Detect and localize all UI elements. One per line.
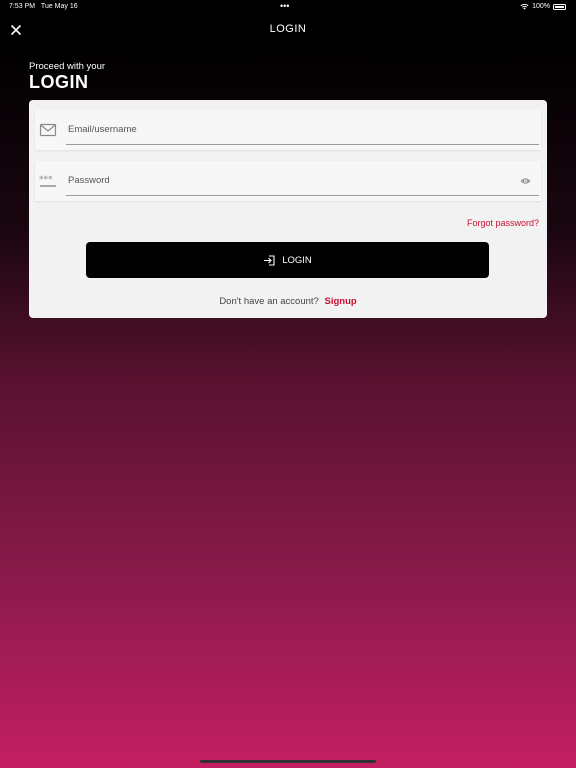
password-dots-icon: *** bbox=[39, 175, 56, 187]
mail-icon bbox=[39, 123, 57, 137]
status-bar: 7:53 PM Tue May 16 ••• 100% bbox=[0, 0, 576, 14]
signup-link[interactable]: Signup bbox=[324, 296, 356, 307]
signup-prompt: Don't have an account? bbox=[219, 296, 319, 307]
svg-text:***: *** bbox=[39, 175, 53, 185]
wifi-icon bbox=[520, 3, 529, 10]
status-time: 7:53 PM Tue May 16 bbox=[9, 3, 78, 10]
login-card: *** Forgot password? LOGIN Don't have an… bbox=[29, 100, 547, 318]
nav-title: LOGIN bbox=[269, 23, 307, 35]
signup-row: Don't have an account? Signup bbox=[29, 296, 547, 307]
password-input[interactable] bbox=[66, 165, 539, 196]
eye-icon[interactable] bbox=[520, 177, 531, 185]
multitasking-dots[interactable]: ••• bbox=[280, 1, 289, 11]
login-arrow-icon bbox=[264, 254, 275, 266]
email-field bbox=[35, 110, 541, 150]
status-right: 100% bbox=[520, 3, 566, 10]
status-time-text: 7:53 PM bbox=[9, 3, 36, 10]
status-date-text: Tue May 16 bbox=[40, 3, 78, 10]
nav-bar: LOGIN bbox=[0, 14, 576, 44]
forgot-password-link[interactable]: Forgot password? bbox=[467, 218, 539, 228]
password-field: *** bbox=[35, 161, 541, 201]
login-button[interactable]: LOGIN bbox=[86, 242, 489, 278]
battery-percent: 100% bbox=[532, 3, 550, 10]
login-button-label: LOGIN bbox=[282, 254, 312, 266]
email-input[interactable] bbox=[66, 114, 539, 145]
home-indicator[interactable] bbox=[200, 760, 376, 763]
heading-title: LOGIN bbox=[29, 72, 89, 92]
battery-icon bbox=[553, 3, 566, 10]
heading-subtitle: Proceed with your bbox=[29, 61, 106, 72]
